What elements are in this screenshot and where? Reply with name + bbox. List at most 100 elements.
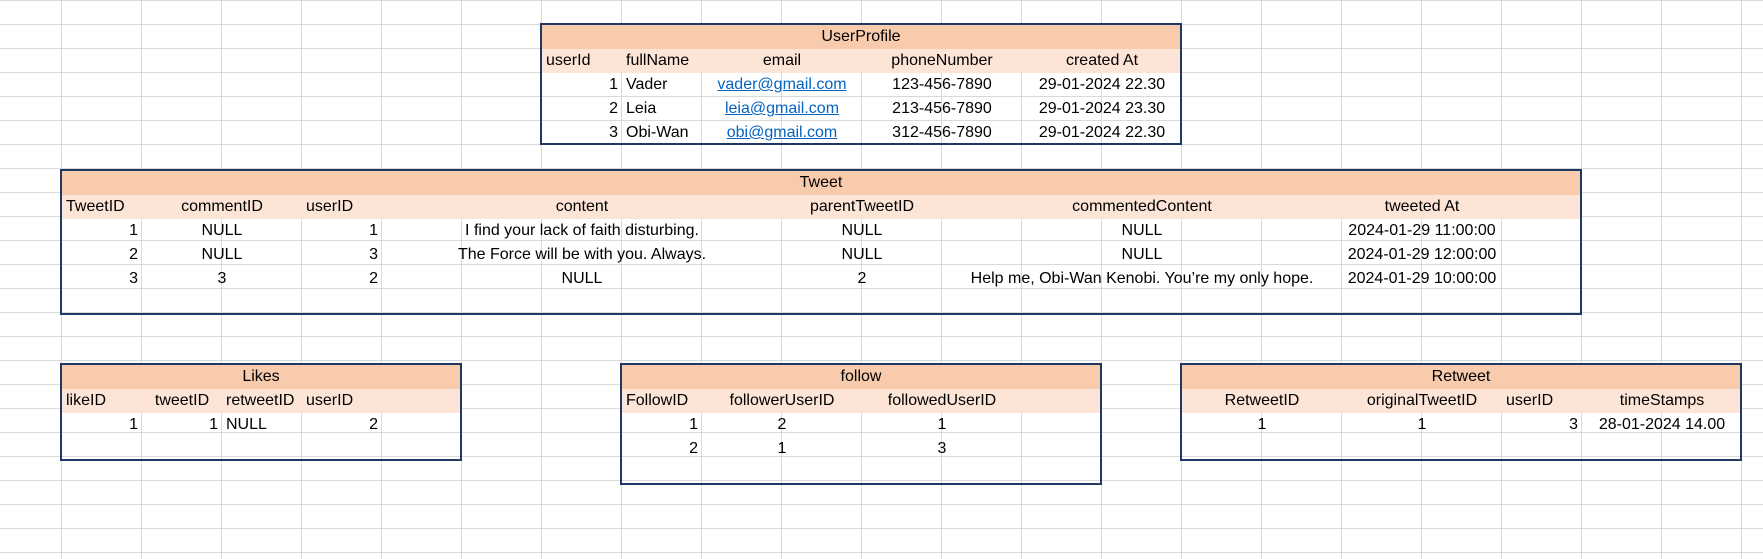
header-userid[interactable]: userID (302, 195, 382, 219)
cell-commentid[interactable]: 3 (142, 267, 302, 291)
email-link[interactable]: leia@gmail.com (725, 100, 839, 117)
cell-tweetid[interactable]: 2 (62, 243, 142, 267)
table-row: 1 1 NULL 2 (62, 413, 460, 437)
cell-phonenumber[interactable]: 312-456-7890 (862, 121, 1022, 143)
table-row: 2 Leia leia@gmail.com 213-456-7890 29-01… (542, 97, 1180, 121)
cell-userid[interactable]: 1 (542, 73, 622, 97)
header-likeid[interactable]: likeID (62, 389, 142, 413)
header-commentid[interactable]: commentID (142, 195, 302, 219)
cell-commentedcontent[interactable]: NULL (942, 219, 1342, 243)
cell-phonenumber[interactable]: 123-456-7890 (862, 73, 1022, 97)
header-userid[interactable]: userID (1502, 389, 1582, 413)
cell-userid[interactable]: 3 (302, 243, 382, 267)
cell-commentedcontent[interactable]: NULL (942, 243, 1342, 267)
userprofile-title[interactable]: UserProfile (542, 25, 1180, 49)
cell-created-at[interactable]: 29-01-2024 22.30 (1022, 73, 1180, 97)
cell-tweetid[interactable]: 3 (62, 267, 142, 291)
header-retweetid[interactable]: retweetID (222, 389, 302, 413)
header-created-at[interactable]: created At (1022, 49, 1180, 73)
header-followid[interactable]: FollowID (622, 389, 702, 413)
cell-followeruserid[interactable]: 1 (702, 437, 862, 461)
header-content[interactable]: content (382, 195, 782, 219)
follow-table: follow FollowID followerUserID followedU… (620, 363, 1102, 485)
cell-followeduserid[interactable]: 3 (862, 437, 1022, 461)
header-tweeted-at[interactable]: tweeted At (1342, 195, 1502, 219)
cell-parenttweetid[interactable]: 2 (782, 267, 942, 291)
cell-created-at[interactable]: 29-01-2024 22.30 (1022, 121, 1180, 143)
header-retweetid[interactable]: RetweetID (1182, 389, 1342, 413)
cell-retweetid[interactable]: 1 (1182, 413, 1342, 437)
cell-content[interactable]: The Force will be with you. Always. (382, 243, 782, 267)
cell-userid[interactable]: 2 (302, 267, 382, 291)
cell-userid[interactable]: 2 (542, 97, 622, 121)
header-originaltweetid[interactable]: originalTweetID (1342, 389, 1502, 413)
table-row: 3 3 2 NULL 2 Help me, Obi-Wan Kenobi. Yo… (62, 267, 1580, 291)
cell-followid[interactable]: 1 (622, 413, 702, 437)
userprofile-header-row: userId fullName email phoneNumber create… (542, 49, 1180, 73)
table-row: 3 Obi-Wan obi@gmail.com 312-456-7890 29-… (542, 121, 1180, 143)
cell-fullname[interactable]: Vader (622, 73, 702, 97)
cell-fullname[interactable]: Leia (622, 97, 702, 121)
tweet-title[interactable]: Tweet (62, 171, 1580, 195)
header-userid[interactable]: userId (542, 49, 622, 73)
retweet-table: Retweet RetweetID originalTweetID userID… (1180, 363, 1742, 461)
userprofile-table: UserProfile userId fullName email phoneN… (540, 23, 1182, 145)
cell-originaltweetid[interactable]: 1 (1342, 413, 1502, 437)
cell-content[interactable]: I find your lack of faith disturbing. (382, 219, 782, 243)
likes-title[interactable]: Likes (62, 365, 460, 389)
cell-commentedcontent[interactable]: Help me, Obi-Wan Kenobi. You’re my only … (942, 267, 1342, 291)
table-row: 1 2 1 (622, 413, 1100, 437)
cell-followeruserid[interactable]: 2 (702, 413, 862, 437)
header-followeduserid[interactable]: followedUserID (862, 389, 1022, 413)
table-row: 1 Vader vader@gmail.com 123-456-7890 29-… (542, 73, 1180, 97)
cell-email[interactable]: leia@gmail.com (702, 97, 862, 121)
follow-title[interactable]: follow (622, 365, 1100, 389)
cell-likeid[interactable]: 1 (62, 413, 142, 437)
header-commentedcontent[interactable]: commentedContent (942, 195, 1342, 219)
email-link[interactable]: vader@gmail.com (717, 76, 846, 93)
header-userid[interactable]: userID (302, 389, 382, 413)
retweet-header-row: RetweetID originalTweetID userID timeSta… (1182, 389, 1740, 413)
cell-followid[interactable]: 2 (622, 437, 702, 461)
cell-commentid[interactable]: NULL (142, 219, 302, 243)
cell-commentid[interactable]: NULL (142, 243, 302, 267)
header-tweetid[interactable]: TweetID (62, 195, 142, 219)
cell-email[interactable]: vader@gmail.com (702, 73, 862, 97)
cell-fullname[interactable]: Obi-Wan (622, 121, 702, 143)
header-timestamps[interactable]: timeStamps (1582, 389, 1740, 413)
header-parenttweetid[interactable]: parentTweetID (782, 195, 942, 219)
header-tweetid[interactable]: tweetID (142, 389, 222, 413)
follow-header-row: FollowID followerUserID followedUserID (622, 389, 1100, 413)
table-row: 1 NULL 1 I find your lack of faith distu… (62, 219, 1580, 243)
cell-parenttweetid[interactable]: NULL (782, 243, 942, 267)
table-row: 1 1 3 28-01-2024 14.00 (1182, 413, 1740, 437)
cell-tweeted-at[interactable]: 2024-01-29 12:00:00 (1342, 243, 1502, 267)
cell-content[interactable]: NULL (382, 267, 782, 291)
cell-tweeted-at[interactable]: 2024-01-29 10:00:00 (1342, 267, 1502, 291)
cell-userid[interactable]: 3 (1502, 413, 1582, 437)
table-row: 2 1 3 (622, 437, 1100, 461)
header-phonenumber[interactable]: phoneNumber (862, 49, 1022, 73)
tweet-table: Tweet TweetID commentID userID content p… (60, 169, 1582, 315)
retweet-title[interactable]: Retweet (1182, 365, 1740, 389)
cell-userid[interactable]: 2 (302, 413, 382, 437)
tweet-header-row: TweetID commentID userID content parentT… (62, 195, 1580, 219)
cell-parenttweetid[interactable]: NULL (782, 219, 942, 243)
cell-tweetid[interactable]: 1 (62, 219, 142, 243)
cell-created-at[interactable]: 29-01-2024 23.30 (1022, 97, 1180, 121)
cell-followeduserid[interactable]: 1 (862, 413, 1022, 437)
cell-userid[interactable]: 1 (302, 219, 382, 243)
cell-phonenumber[interactable]: 213-456-7890 (862, 97, 1022, 121)
cell-email[interactable]: obi@gmail.com (702, 121, 862, 143)
cell-timestamps[interactable]: 28-01-2024 14.00 (1582, 413, 1740, 437)
header-followeruserid[interactable]: followerUserID (702, 389, 862, 413)
cell-retweetid[interactable]: NULL (222, 413, 302, 437)
header-email[interactable]: email (702, 49, 862, 73)
email-link[interactable]: obi@gmail.com (727, 124, 838, 141)
header-fullname[interactable]: fullName (622, 49, 702, 73)
cell-tweeted-at[interactable]: 2024-01-29 11:00:00 (1342, 219, 1502, 243)
cell-tweetid[interactable]: 1 (142, 413, 222, 437)
table-row: 2 NULL 3 The Force will be with you. Alw… (62, 243, 1580, 267)
likes-table: Likes likeID tweetID retweetID userID 1 … (60, 363, 462, 461)
cell-userid[interactable]: 3 (542, 121, 622, 143)
